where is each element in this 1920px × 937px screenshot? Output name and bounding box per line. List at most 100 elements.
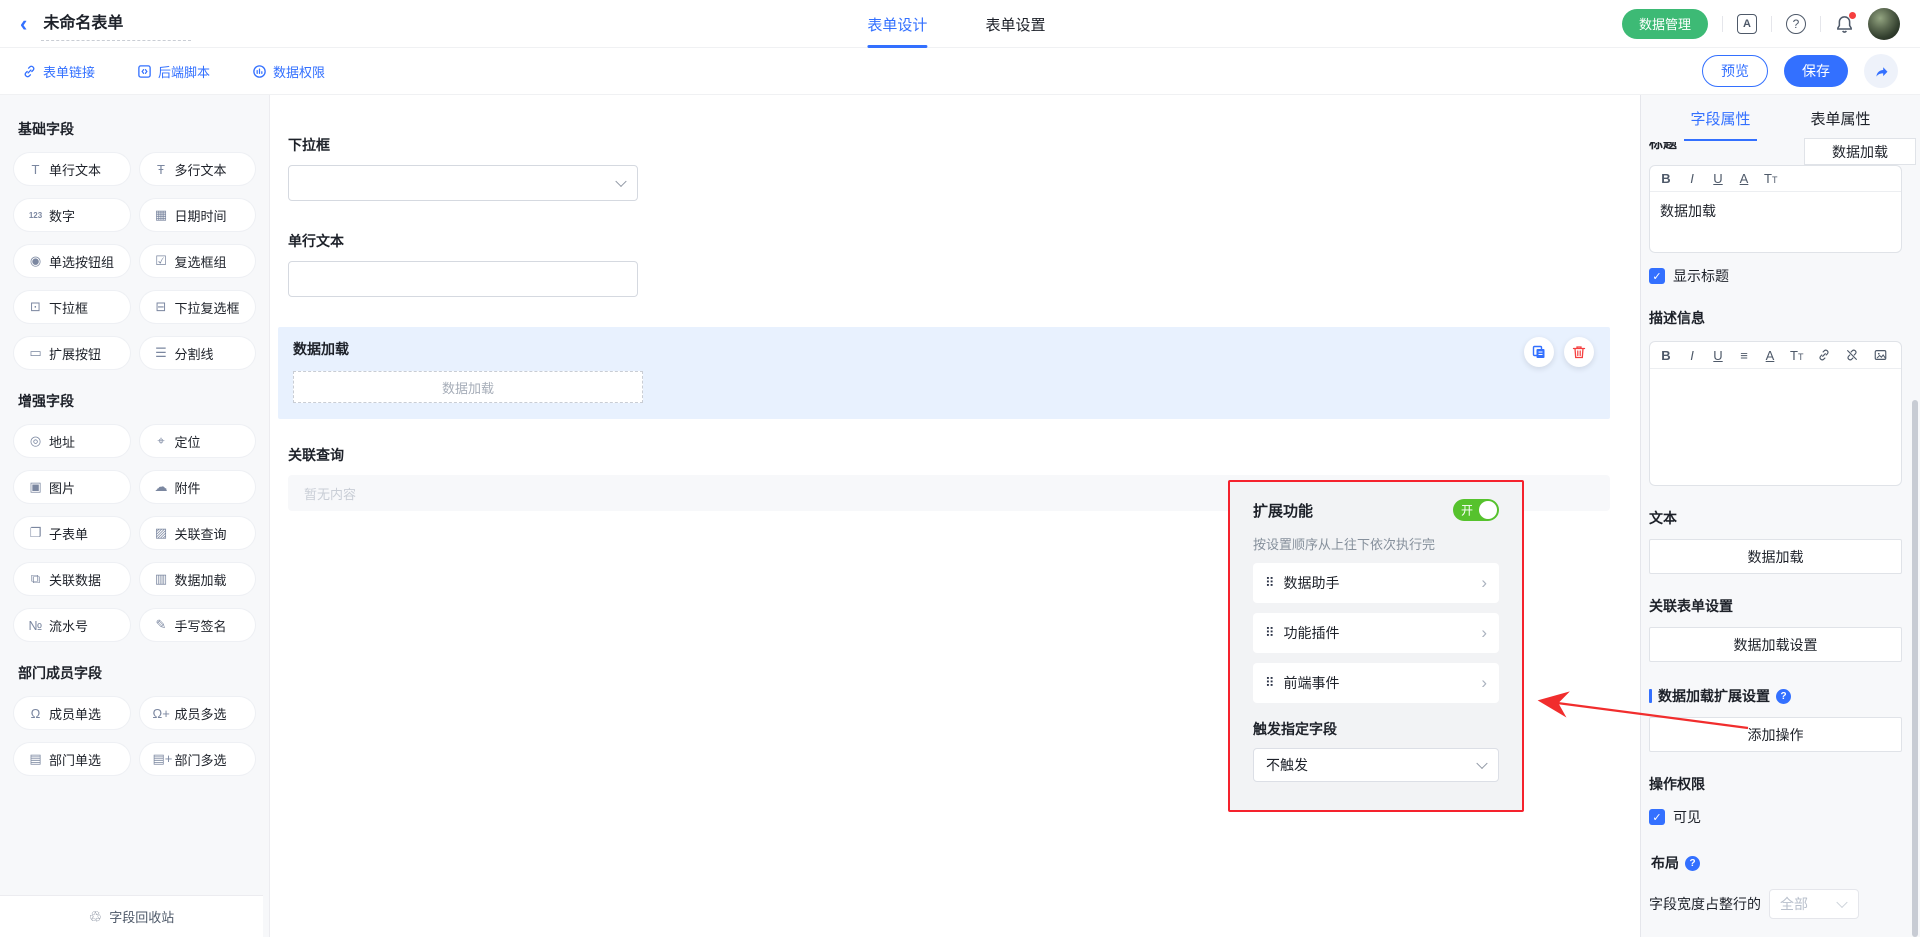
sidebar-item-picture[interactable]: ▣图片 — [14, 471, 130, 503]
backend-script-button[interactable]: 后端脚本 — [137, 62, 210, 81]
sidebar-item-extend-button[interactable]: ▭扩展按钮 — [14, 337, 130, 369]
italic-icon[interactable]: I — [1686, 172, 1698, 185]
avatar[interactable] — [1868, 8, 1900, 40]
sidebar-item-serial-number[interactable]: №流水号 — [14, 609, 130, 641]
dropdown-input[interactable] — [288, 165, 638, 201]
chevron-right-icon: › — [1481, 623, 1487, 643]
sidebar-item-multi-dropdown[interactable]: ⊟下拉复选框 — [140, 291, 256, 323]
sidebar-item-divider[interactable]: ☰分割线 — [140, 337, 256, 369]
address-book-icon[interactable]: A — [1737, 14, 1757, 34]
share-button[interactable] — [1864, 54, 1898, 88]
checkbox-checked-icon[interactable]: ✓ — [1649, 809, 1665, 825]
description-rich-editor[interactable]: B I U ≡ A TT — [1649, 341, 1902, 486]
visible-checkbox[interactable]: ✓ 可见 — [1649, 807, 1902, 827]
drag-handle-icon[interactable]: ⠿ — [1265, 575, 1275, 591]
help-icon[interactable]: ? — [1786, 14, 1806, 34]
popup-item-label: 数据助手 — [1284, 573, 1340, 593]
trigger-field-select[interactable]: 不触发 — [1253, 748, 1499, 782]
title-editor-content[interactable]: 数据加载 — [1650, 192, 1901, 252]
form-title[interactable]: 未命名表单 — [41, 7, 191, 41]
tab-field-properties[interactable]: 字段属性 — [1690, 95, 1750, 141]
chevron-down-icon — [1476, 758, 1487, 769]
sidebar-item-subform[interactable]: ❐子表单 — [14, 517, 130, 549]
member-multi-icon: Ω+ — [153, 706, 170, 721]
popup-item-0[interactable]: ⠿数据助手› — [1253, 563, 1499, 603]
underline-icon[interactable]: U — [1712, 349, 1724, 362]
drag-handle-icon[interactable]: ⠿ — [1265, 625, 1275, 641]
title-rich-editor[interactable]: B I U A TT 数据加载 — [1649, 165, 1902, 253]
sidebar-item-checkbox-group[interactable]: ☑复选框组 — [140, 245, 256, 277]
help-icon[interactable]: ? — [1685, 856, 1700, 871]
font-size-icon[interactable]: TT — [1764, 172, 1777, 185]
text-value-button[interactable]: 数据加载 — [1649, 539, 1902, 574]
sidebar-item-label: 流水号 — [49, 616, 88, 635]
bold-icon[interactable]: B — [1660, 172, 1672, 185]
checkbox-group-icon: ☑ — [153, 253, 170, 269]
sidebar-item-radio-group[interactable]: ◉单选按钮组 — [14, 245, 130, 277]
help-icon[interactable]: ? — [1776, 689, 1791, 704]
show-title-checkbox[interactable]: ✓ 显示标题 — [1649, 266, 1902, 286]
popup-item-1[interactable]: ⠿功能插件› — [1253, 613, 1499, 653]
font-color-icon[interactable]: A — [1764, 349, 1776, 362]
sidebar-item-member-multi[interactable]: Ω+成员多选 — [140, 697, 256, 729]
data-load-placeholder-button[interactable]: 数据加载 — [293, 371, 643, 403]
sidebar-item-department-single[interactable]: ▤部门单选 — [14, 743, 130, 775]
sidebar-item-attachment[interactable]: ☁附件 — [140, 471, 256, 503]
data-load-settings-button[interactable]: 数据加载设置 — [1649, 627, 1902, 662]
sidebar-item-number[interactable]: 123数字 — [14, 199, 130, 231]
field-width-label: 字段宽度占整行的 — [1649, 894, 1761, 914]
tab-form-properties[interactable]: 表单属性 — [1811, 95, 1871, 141]
text-input[interactable] — [288, 261, 638, 297]
preview-button[interactable]: 预览 — [1702, 55, 1768, 87]
data-manage-button[interactable]: 数据管理 — [1622, 9, 1708, 39]
sidebar-item-department-multi[interactable]: ▤+部门多选 — [140, 743, 256, 775]
font-size-icon[interactable]: TT — [1790, 349, 1803, 362]
bold-icon[interactable]: B — [1660, 349, 1672, 362]
popup-item-2[interactable]: ⠿前端事件› — [1253, 663, 1499, 703]
sidebar-item-member-single[interactable]: Ω成员单选 — [14, 697, 130, 729]
underline-icon[interactable]: U — [1712, 172, 1724, 185]
field-width-select[interactable]: 全部 — [1769, 889, 1859, 919]
bell-icon[interactable] — [1835, 14, 1854, 34]
sidebar-item-related-data[interactable]: ⧉关联数据 — [14, 563, 130, 595]
number-icon: 123 — [27, 211, 44, 220]
field-single-line-text[interactable]: 单行文本 — [288, 231, 1610, 297]
back-icon[interactable]: ‹ — [20, 13, 27, 35]
delete-field-button[interactable] — [1564, 337, 1594, 367]
link-icon[interactable] — [1817, 348, 1831, 362]
tab-form-settings[interactable]: 表单设置 — [985, 0, 1045, 48]
sidebar-item-label: 子表单 — [49, 524, 88, 543]
font-color-icon[interactable]: A — [1738, 172, 1750, 185]
sidebar-item-related-query[interactable]: ▨关联查询 — [140, 517, 256, 549]
extension-toggle-on[interactable]: 开 — [1453, 499, 1499, 521]
panel-scrollbar[interactable] — [1912, 400, 1918, 937]
field-width-value: 全部 — [1780, 894, 1808, 914]
sidebar-item-label: 关联查询 — [175, 524, 227, 543]
sidebar-item-data-load[interactable]: ▥数据加载 — [140, 563, 256, 595]
field-recycle-bin[interactable]: ♲ 字段回收站 — [0, 895, 263, 937]
trash-icon — [1571, 344, 1587, 360]
sidebar-item-signature[interactable]: ✎手写签名 — [140, 609, 256, 641]
description-editor-content[interactable] — [1650, 369, 1901, 485]
sidebar-item-dropdown[interactable]: ⊡下拉框 — [14, 291, 130, 323]
sidebar-item-multi-line-text[interactable]: Ŧ多行文本 — [140, 153, 256, 185]
sidebar-item-address[interactable]: ◎地址 — [14, 425, 130, 457]
tab-form-design[interactable]: 表单设计 — [867, 0, 927, 48]
sidebar-item-single-line-text[interactable]: T单行文本 — [14, 153, 130, 185]
unlink-icon[interactable] — [1845, 348, 1859, 362]
data-permission-button[interactable]: 数据权限 — [252, 62, 325, 81]
chevron-right-icon: › — [1481, 673, 1487, 693]
sidebar-item-location[interactable]: ⌖定位 — [140, 425, 256, 457]
checkbox-checked-icon[interactable]: ✓ — [1649, 268, 1665, 284]
align-icon[interactable]: ≡ — [1738, 349, 1750, 362]
add-action-button[interactable]: 添加操作 — [1649, 717, 1902, 752]
field-dropdown[interactable]: 下拉框 — [288, 135, 1610, 201]
sidebar-item-datetime[interactable]: ▦日期时间 — [140, 199, 256, 231]
field-data-load-selected[interactable]: 数据加载 数据加载 — [278, 327, 1610, 419]
image-icon[interactable] — [1873, 348, 1888, 362]
save-button[interactable]: 保存 — [1784, 55, 1848, 87]
form-link-button[interactable]: 表单链接 — [22, 62, 95, 81]
drag-handle-icon[interactable]: ⠿ — [1265, 675, 1275, 691]
italic-icon[interactable]: I — [1686, 349, 1698, 362]
copy-field-button[interactable] — [1524, 337, 1554, 367]
